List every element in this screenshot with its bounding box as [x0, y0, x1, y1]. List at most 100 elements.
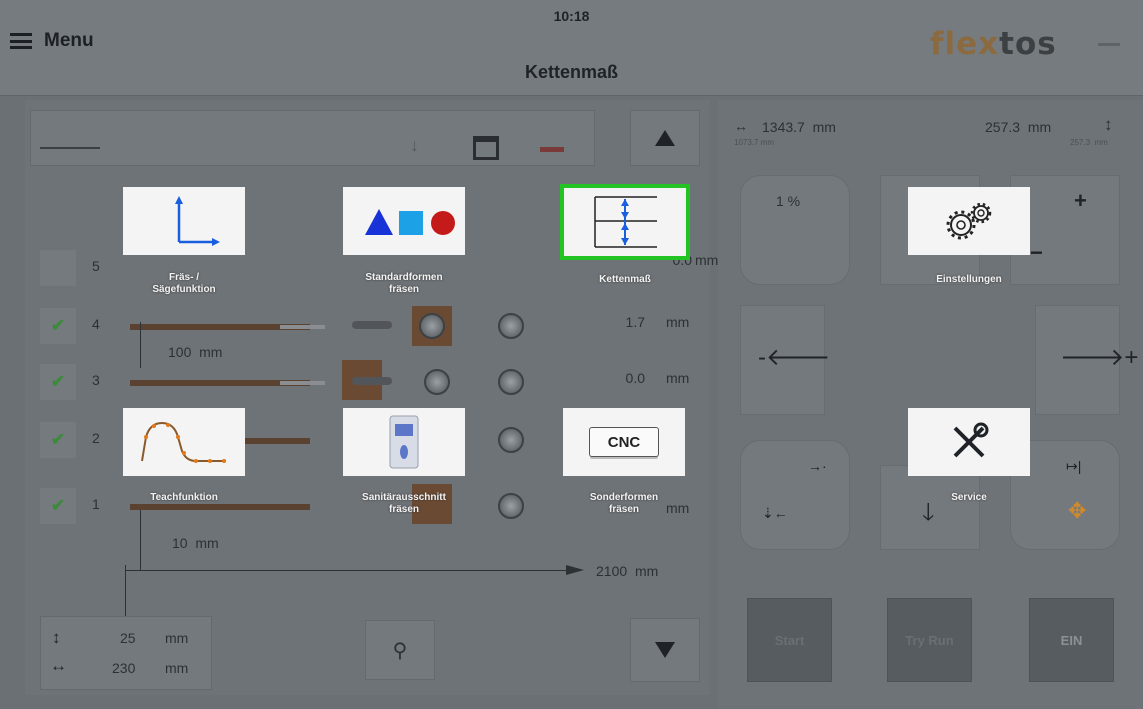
- shapes-icon: [365, 209, 455, 235]
- dimension-line: [125, 565, 126, 620]
- row-number: 2: [92, 430, 100, 446]
- dimension-value: 10 mm: [172, 535, 219, 551]
- row-number: 4: [92, 316, 100, 332]
- tile-service[interactable]: [908, 408, 1030, 476]
- row-bar: [130, 504, 310, 510]
- save-icon[interactable]: [473, 136, 499, 160]
- minus-icon: −: [1030, 240, 1043, 265]
- scroll-down-button[interactable]: [630, 618, 700, 682]
- tile-settings[interactable]: [908, 187, 1030, 255]
- row-checkbox[interactable]: ✔: [40, 364, 76, 400]
- page-title: Kettenmaß: [524, 62, 618, 82]
- row-value: 1.7: [625, 314, 645, 330]
- tile-standard-shapes[interactable]: [343, 187, 465, 255]
- blade-icon: [498, 313, 524, 339]
- arrow-corner-icon: ⇣←: [762, 505, 788, 521]
- toolbar-line: [40, 147, 100, 149]
- row-checkbox[interactable]: [40, 250, 76, 286]
- toolbar: [30, 110, 595, 166]
- y-position: 257.3 mm: [985, 119, 1052, 135]
- height-unit: mm: [165, 630, 189, 646]
- arrow-right-icon: [566, 565, 584, 575]
- x-position: 1343.7 mm: [762, 119, 836, 135]
- arrow-end-icon: ↦|: [1066, 458, 1082, 474]
- dimension-value: 100 mm: [168, 344, 223, 360]
- tools-icon: [953, 422, 989, 458]
- triangle-up-icon: [655, 130, 675, 146]
- row-checkbox[interactable]: ✔: [40, 422, 76, 458]
- dimension-line: [140, 322, 141, 368]
- blade-icon: [498, 493, 524, 519]
- vertical-arrows-icon: ↕: [52, 628, 61, 647]
- minus-icon[interactable]: [540, 147, 564, 152]
- scroll-up-button[interactable]: [630, 110, 700, 166]
- flextos-logo: flextos: [930, 26, 1057, 62]
- arrow-icon[interactable]: ↓: [410, 135, 419, 156]
- blade-icon: [498, 369, 524, 395]
- tile-teach-function[interactable]: [123, 408, 245, 476]
- size-info-box: [40, 616, 212, 690]
- tile-sanitary-cutout[interactable]: [343, 408, 465, 476]
- jog-diagonal-pad[interactable]: [740, 440, 850, 550]
- width-value: 230: [112, 660, 136, 676]
- width-unit: mm: [165, 660, 189, 676]
- triangle-down-icon: [655, 642, 675, 658]
- height-value: 25: [120, 630, 136, 646]
- chain-dimension-icon: [594, 196, 657, 248]
- row-unit: mm: [695, 252, 719, 268]
- y-position-sub: 257.3 mm: [1070, 138, 1108, 147]
- sink-icon: [389, 415, 419, 469]
- blade-icon: [419, 313, 445, 339]
- row-bar-segment: [280, 381, 325, 385]
- row-slider[interactable]: [352, 377, 392, 385]
- menu-label: Menu: [44, 30, 94, 51]
- row-checkbox[interactable]: ✔: [40, 308, 76, 344]
- tile-label-standard: Standardformen fräsen: [365, 272, 443, 295]
- ein-button[interactable]: EIN: [1029, 598, 1114, 682]
- tile-label-settings: Einstellungen: [936, 274, 1002, 285]
- menu-button[interactable]: Menu: [10, 30, 94, 52]
- row-bar-segment: [280, 325, 325, 329]
- total-dimension-line: [125, 570, 575, 571]
- window-minimize-icon[interactable]: [1098, 43, 1120, 46]
- blade-icon: [424, 369, 450, 395]
- arrow-left-icon: -🡐: [758, 344, 831, 371]
- blade-icon: [498, 427, 524, 453]
- tile-special-shapes[interactable]: CNC: [563, 408, 685, 476]
- tile-label-special: Sonderformen fräsen: [589, 492, 659, 515]
- vertical-arrows-icon: ↕: [1104, 115, 1113, 134]
- dimension-line: [140, 510, 141, 570]
- header-bar: Menu 10:18 Kettenmaß flextos: [0, 0, 1143, 96]
- tile-label-teach: Teachfunktion: [150, 492, 218, 503]
- total-dimension: 2100 mm: [596, 563, 659, 579]
- horizontal-arrows-icon: ↔: [734, 118, 748, 134]
- teach-curve-icon: [141, 421, 226, 463]
- search-icon: ⚲: [392, 639, 408, 662]
- tile-label-saw: Fräs- / Sägefunktion: [152, 272, 216, 295]
- feed-rate-pad[interactable]: [740, 175, 850, 285]
- plus-icon: +: [1074, 188, 1087, 213]
- arrow-right-small-icon: →·: [808, 458, 827, 474]
- row-slider[interactable]: [352, 321, 392, 329]
- row-unit: mm: [666, 314, 690, 330]
- move-icon: ✥: [1068, 498, 1087, 523]
- start-button[interactable]: Start: [747, 598, 832, 682]
- tile-saw-function[interactable]: [123, 187, 245, 255]
- hamburger-icon: [10, 33, 32, 49]
- search-button[interactable]: ⚲: [365, 620, 435, 680]
- try-run-button[interactable]: Try Run: [887, 598, 972, 682]
- row-number: 3: [92, 372, 100, 388]
- x-position-sub: 1073.7 mm: [734, 138, 775, 147]
- row-unit: mm: [666, 370, 690, 386]
- axis-icon: [175, 196, 220, 246]
- cnc-badge-icon: CNC: [589, 427, 659, 457]
- arrow-right-icon: 🡒+: [1060, 344, 1139, 371]
- row-value: 0.0: [625, 370, 645, 386]
- row-checkbox[interactable]: ✔: [40, 488, 76, 524]
- tile-label-service: Service: [951, 492, 987, 503]
- tile-label-sanitary: Sanitärausschnitt fräsen: [362, 492, 446, 515]
- feed-rate-percent: 1 %: [776, 193, 801, 209]
- tile-label-chain: Kettenmaß: [599, 274, 651, 285]
- tile-chain-dimension[interactable]: [560, 184, 690, 260]
- horizontal-arrows-icon: ↔: [50, 656, 67, 675]
